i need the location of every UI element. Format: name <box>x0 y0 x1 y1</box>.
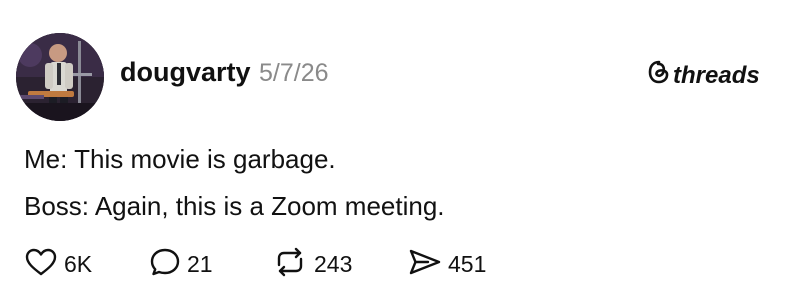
reply-count: 21 <box>187 250 213 277</box>
like-button[interactable]: 6K <box>24 246 92 282</box>
threads-post: dougvarty 5/7/26 threads Me: This movie … <box>0 0 800 291</box>
like-count: 6K <box>64 250 93 277</box>
post-text-line: Boss: Again, this is a Zoom meeting. <box>24 191 445 221</box>
post-text-line: Me: This movie is garbage. <box>24 144 336 174</box>
heart-icon <box>24 247 58 282</box>
speech-bubble-icon <box>149 247 181 282</box>
share-count: 451 <box>448 250 487 277</box>
reply-button[interactable]: 21 <box>149 246 213 282</box>
threads-logo-icon <box>648 60 670 91</box>
repost-button[interactable]: 243 <box>272 246 352 282</box>
paper-plane-icon <box>408 247 442 282</box>
repost-count: 243 <box>314 250 353 277</box>
avatar[interactable] <box>16 33 104 121</box>
repost-arrows-icon <box>272 247 308 282</box>
avatar-photo <box>16 33 104 121</box>
share-button[interactable]: 451 <box>408 246 486 282</box>
threads-brand: threads <box>648 60 760 91</box>
brand-wordmark: threads <box>673 61 760 89</box>
username[interactable]: dougvarty <box>120 57 251 88</box>
post-date: 5/7/26 <box>259 59 329 87</box>
